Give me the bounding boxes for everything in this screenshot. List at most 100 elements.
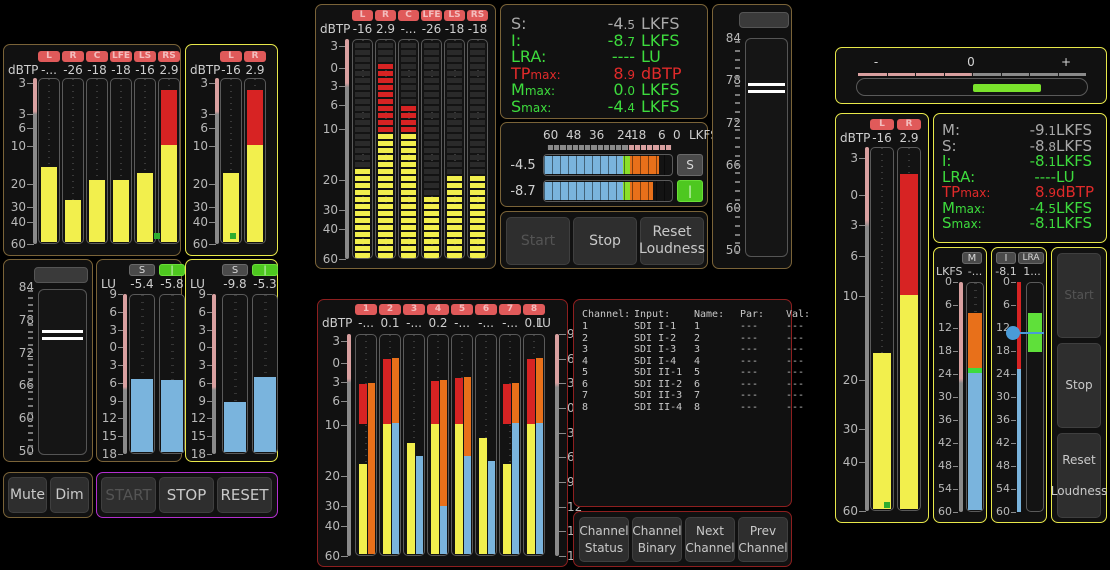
meter-segment (470, 162, 485, 167)
right-button-0[interactable]: Start (1057, 253, 1101, 338)
meter-segment (470, 113, 485, 118)
meter-segment (355, 85, 370, 90)
channel-button-2[interactable]: NextChannel (685, 517, 735, 562)
lu-scale-label: 3 (99, 360, 117, 370)
lk-ruler-tick (659, 145, 660, 150)
slider-tick (735, 199, 740, 201)
loudness-button-0[interactable]: Start (506, 217, 570, 265)
meter-segment (355, 120, 370, 125)
panel-channel-table: Channel:Input:Name:Par:Val:1SDI I-11----… (573, 299, 792, 507)
lra-button-i[interactable]: I (996, 252, 1016, 264)
slider-tick (28, 378, 33, 380)
readout-value-6: -8.1 (994, 213, 1056, 235)
meter-segment (424, 246, 439, 251)
slider-knob-line-2 (42, 337, 83, 340)
meter-fill-yellow (41, 167, 57, 242)
readout-value-dec: .1 (1045, 217, 1056, 231)
lu-button-S[interactable]: S (129, 264, 155, 276)
lra-scale-tick (1011, 374, 1016, 375)
center-slider-knob-line-2 (748, 90, 784, 93)
lra-button-lra[interactable]: LRA (1018, 252, 1044, 264)
m-meter-button[interactable]: M (962, 252, 982, 264)
button-stop[interactable]: STOP (159, 477, 214, 513)
meter-segment (355, 71, 370, 76)
lk-ruler-tick (615, 145, 616, 150)
m-meter-scale: 06121824303642485460 (934, 282, 960, 512)
channel-label-LS: LS (444, 10, 465, 21)
m-scale-tick (953, 328, 958, 329)
scale-tick-right (559, 507, 566, 508)
slider-tick (735, 251, 740, 253)
meter-segment (424, 253, 439, 258)
loudness-button-line2: Loudness (639, 241, 705, 258)
gain-slider-track[interactable] (856, 78, 1088, 96)
lk-scale-label: 36 (589, 128, 604, 142)
m-scale-tick (953, 443, 958, 444)
meter-segment (424, 232, 439, 237)
table-cell: 8 (582, 402, 588, 414)
lu-button-I[interactable]: | (159, 264, 185, 276)
slider-cap (34, 267, 88, 283)
loudness-button-2[interactable]: ResetLoudness (640, 217, 704, 265)
right-button-2[interactable]: ResetLoudness (1057, 433, 1101, 518)
m-scale-tick (953, 397, 958, 398)
channel-button-0[interactable]: ChannelStatus (579, 517, 629, 562)
meter-segment (424, 162, 439, 167)
meter-segment (401, 169, 416, 174)
scale-left: 30361020304060 (320, 334, 348, 556)
button-reset[interactable]: RESET (217, 477, 272, 513)
scale-tick (209, 244, 216, 245)
lk-ruler-tick (609, 145, 610, 150)
peak-hold-indicator (154, 233, 160, 239)
table-cell: SDI II-4 (634, 402, 682, 414)
meter-segment (447, 43, 462, 48)
right-button-line1: Stop (1065, 377, 1092, 394)
meter-segment (378, 211, 393, 216)
meter-segment (470, 120, 485, 125)
channel-value-RS: 2.9 (155, 64, 183, 77)
button-start[interactable]: START (101, 477, 156, 513)
meter-segment (355, 204, 370, 209)
panel-channel-buttons: ChannelStatusChannelBinaryNextChannelPre… (573, 511, 792, 567)
lu-button-I[interactable]: | (252, 264, 278, 276)
lk-button-S[interactable]: S (677, 154, 703, 176)
slider-tick (735, 216, 740, 218)
lu-button-S[interactable]: S (222, 264, 248, 276)
button-dim[interactable]: Dim (50, 477, 89, 513)
meter-segment (470, 239, 485, 244)
button-mute[interactable]: Mute (8, 477, 47, 513)
lra-scale-label: 24 (992, 369, 1010, 379)
slider-tick (28, 290, 33, 292)
loudness-button-1[interactable]: Stop (573, 217, 637, 265)
channel-button-1[interactable]: ChannelBinary (632, 517, 682, 562)
slider-tick (735, 155, 740, 157)
slider-tick (735, 102, 740, 104)
scale-label: 60 (6, 239, 26, 249)
meter-tube-LS (134, 78, 156, 244)
channel-label-6: 6 (475, 304, 497, 315)
scale-label: 10 (188, 141, 208, 151)
meter-segment (378, 148, 393, 153)
channel-button-3[interactable]: PrevChannel (738, 517, 788, 562)
scale-left: 30361020304060 (838, 147, 866, 511)
monitor-level-slider[interactable] (38, 289, 87, 455)
meter-segment (355, 78, 370, 83)
center-level-slider[interactable] (745, 38, 788, 257)
lu-tube-1 (159, 294, 185, 454)
m-scale-label: 60 (934, 507, 952, 517)
table-cell: --- (786, 367, 804, 379)
right-button-1[interactable]: Stop (1057, 343, 1101, 428)
gain-ruler-tick (944, 73, 945, 76)
meter-fill-red (527, 359, 535, 424)
slider-tick (735, 181, 740, 183)
lk-button-I[interactable]: | (677, 180, 703, 202)
meter-segment (447, 127, 462, 132)
m-meter-tube (966, 282, 984, 512)
meter-tube-1 (355, 334, 377, 556)
meter-segment (470, 148, 485, 153)
readout-value-5: -4.4 (573, 96, 635, 119)
slider-tick (735, 120, 740, 122)
m-scale-tick (953, 466, 958, 467)
slider-tick (28, 445, 33, 447)
panel-center-level-slider: 847872666050 (712, 4, 792, 269)
